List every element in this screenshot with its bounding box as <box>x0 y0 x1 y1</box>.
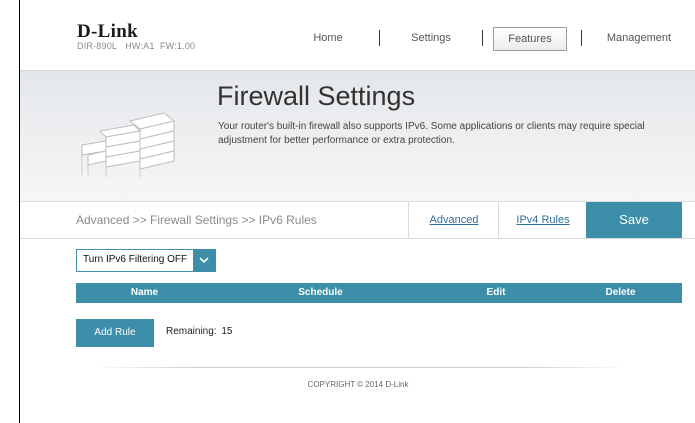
ipv6-filtering-value: Turn IPv6 Filtering OFF <box>83 254 188 265</box>
nav-features[interactable]: Features <box>493 27 567 51</box>
add-rule-button[interactable]: Add Rule <box>76 319 154 347</box>
rules-table-header: Name Schedule Edit Delete <box>76 283 682 303</box>
remaining-rules: Remaining: 15 <box>164 326 233 337</box>
column-name: Name <box>130 287 159 298</box>
advanced-link[interactable]: Advanced <box>408 202 499 238</box>
header: D-Link DIR-890L HW:A1 FW:1.00 Home Setti… <box>20 0 695 70</box>
nav-divider <box>581 30 582 46</box>
router-admin-page: D-Link DIR-890L HW:A1 FW:1.00 Home Setti… <box>19 0 695 423</box>
model-name: DIR-890L <box>77 41 118 51</box>
remaining-count: 15 <box>221 326 233 337</box>
footer-divider <box>90 367 630 368</box>
nav-management[interactable]: Management <box>593 27 685 49</box>
page-title: Firewall Settings <box>217 81 416 111</box>
column-delete: Delete <box>605 287 636 298</box>
brick-wall-icon <box>81 112 176 177</box>
nav-divider <box>379 30 380 46</box>
brand: D-Link DIR-890L HW:A1 FW:1.00 <box>77 21 195 52</box>
device-info: DIR-890L HW:A1 FW:1.00 <box>77 41 195 51</box>
nav-home[interactable]: Home <box>295 27 361 49</box>
copyright: COPYRIGHT © 2014 D-Link <box>307 380 409 389</box>
chevron-down-icon[interactable] <box>193 250 215 271</box>
column-schedule: Schedule <box>298 287 343 298</box>
column-edit: Edit <box>486 287 506 298</box>
hardware-version: HW:A1 <box>125 41 155 51</box>
ipv4-rules-link[interactable]: IPv4 Rules <box>498 202 587 238</box>
nav-divider <box>482 30 483 46</box>
ipv6-filtering-select[interactable]: Turn IPv6 Filtering OFF <box>76 249 216 272</box>
nav-settings[interactable]: Settings <box>396 27 466 49</box>
remaining-label: Remaining: <box>166 326 217 337</box>
save-button[interactable]: Save <box>586 202 682 238</box>
firmware-version: FW:1.00 <box>159 41 196 51</box>
breadcrumb: Advanced >> Firewall Settings >> IPv6 Ru… <box>76 213 317 227</box>
breadcrumb-bar: Advanced >> Firewall Settings >> IPv6 Ru… <box>20 201 695 239</box>
dlink-logo: D-Link <box>77 21 138 42</box>
page-banner: Firewall Settings Your router's built-in… <box>20 70 695 201</box>
page-description: Your router's built-in firewall also sup… <box>218 121 645 146</box>
